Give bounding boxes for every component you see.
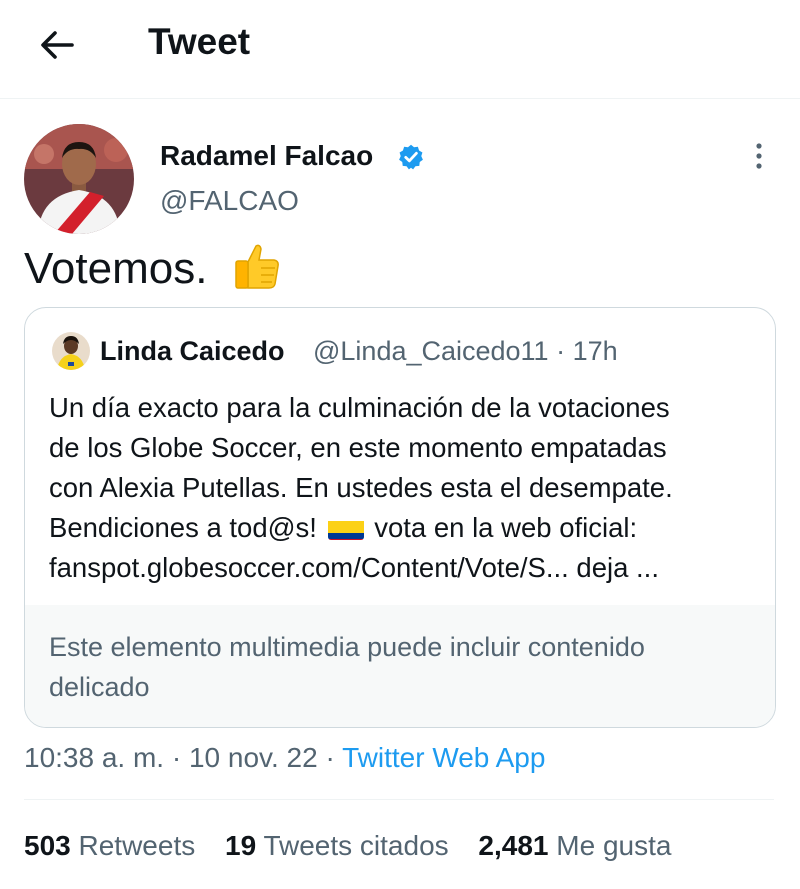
quoted-time: 17h — [572, 336, 618, 366]
page-title: Tweet — [148, 21, 251, 62]
sensitive-media-notice[interactable]: Este elemento multimedia puede incluir c… — [25, 605, 775, 727]
stat-count: 2,481 — [478, 830, 549, 861]
author-handle[interactable]: @FALCAO — [160, 185, 299, 217]
quoted-text-segment: vota en la web oficial: — [374, 512, 638, 543]
tweet-text: Votemos. — [24, 244, 208, 293]
stat-label: Tweets citados — [263, 830, 449, 861]
tweet-date[interactable]: 10 nov. 22 — [189, 742, 318, 773]
tweet-time[interactable]: 10:38 a. m. — [24, 742, 164, 773]
quoted-author-name: Linda Caicedo — [100, 336, 285, 366]
divider — [24, 799, 774, 800]
stat-count: 503 — [24, 830, 71, 861]
meta-separator: · — [556, 336, 566, 366]
tweet-source-link[interactable]: Twitter Web App — [342, 742, 545, 773]
stat-label: Retweets — [78, 830, 196, 861]
media-notice-text: Este elemento multimedia puede incluir c… — [49, 632, 645, 702]
quoted-avatar — [52, 332, 90, 370]
thumbs-up-icon — [235, 244, 279, 289]
quoted-text-segment: Bendiciones a tod@s! — [49, 512, 317, 543]
more-options-button[interactable] — [746, 142, 772, 170]
quoted-author-meta: @Linda_Caicedo11 · 17h — [313, 336, 618, 367]
engagement-stats: 503 Retweets 19 Tweets citados 2,481 Me … — [24, 830, 693, 862]
quoted-text-line: Un día exacto para la culminación de la … — [49, 392, 670, 423]
author-name[interactable]: Radamel Falcao — [160, 140, 373, 172]
arrow-left-icon — [41, 31, 74, 59]
quoted-text-line: Bendiciones a tod@s! vota en la web ofic… — [49, 508, 759, 548]
quote-tweets-stat[interactable]: 19 Tweets citados — [225, 830, 449, 861]
more-vertical-icon — [756, 143, 762, 169]
quoted-text-line: fanspot.globesoccer.com/Content/Vote/S..… — [49, 552, 659, 583]
top-bar: Tweet — [0, 0, 800, 99]
quoted-text-line: de los Globe Soccer, en este momento emp… — [49, 432, 667, 463]
quoted-text-line: con Alexia Putellas. En ustedes esta el … — [49, 472, 673, 503]
timestamp-separator: · — [171, 742, 182, 773]
back-button[interactable] — [34, 22, 80, 68]
quoted-author-handle: @Linda_Caicedo11 — [313, 336, 549, 366]
stat-count: 19 — [225, 830, 257, 861]
colombia-flag-icon — [327, 516, 364, 540]
verified-badge-icon — [399, 144, 423, 170]
retweets-stat[interactable]: 503 Retweets — [24, 830, 195, 861]
tweet-timestamp: 10:38 a. m. · 10 nov. 22 · Twitter Web A… — [24, 742, 545, 774]
avatar[interactable] — [24, 124, 134, 234]
quoted-text: Un día exacto para la culminación de la … — [49, 388, 759, 588]
timestamp-separator: · — [325, 742, 335, 773]
stat-label: Me gusta — [556, 830, 672, 861]
quoted-tweet[interactable]: Linda Caicedo @Linda_Caicedo11 · 17h Un … — [24, 307, 776, 728]
likes-stat[interactable]: 2,481 Me gusta — [478, 830, 671, 861]
